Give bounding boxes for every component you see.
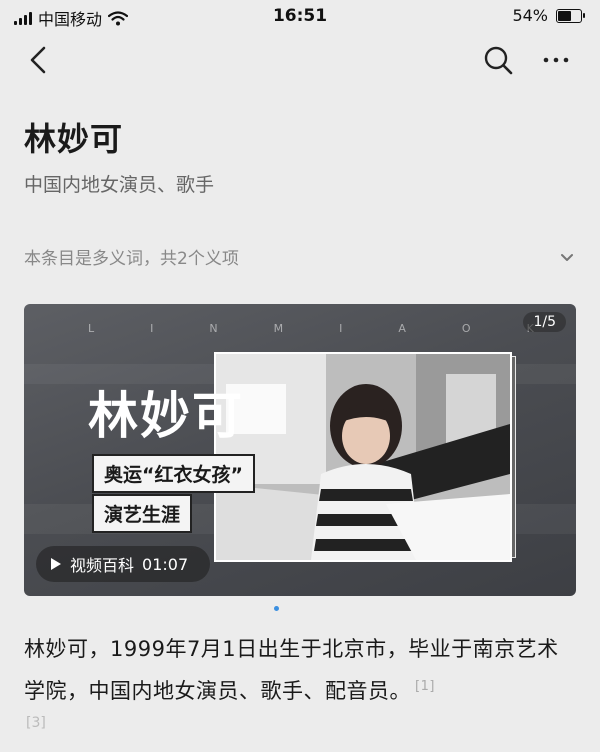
status-time: 16:51 <box>272 6 328 26</box>
video-tag-1: 奥运“红衣女孩” <box>92 454 255 493</box>
video-duration: 01:07 <box>142 554 189 574</box>
citation-link[interactable]: [3] <box>26 715 46 731</box>
disambiguation-bar[interactable]: 本条目是多义词，共2个义项 <box>24 245 576 273</box>
more-button[interactable] <box>538 42 574 78</box>
chevron-left-icon <box>30 46 46 74</box>
video-label: 视频百科 <box>70 556 135 575</box>
watermark-letter: I <box>339 322 345 335</box>
battery-percent: 54% <box>512 6 548 25</box>
battery-icon <box>556 8 585 23</box>
watermark-letter: N <box>209 322 220 335</box>
video-headline: 林妙可 <box>88 386 244 445</box>
watermark-letter: O <box>461 322 473 335</box>
summary-text: 林妙可，1999年7月1日出生于北京市，毕业于南京艺术学院，中国内地女演员、歌手… <box>24 637 559 703</box>
citation-link[interactable]: [1] <box>415 679 435 694</box>
watermark-letter: L <box>88 322 97 335</box>
page-subtitle: 中国内地女演员、歌手 <box>24 174 215 196</box>
top-nav <box>0 32 600 88</box>
disambiguation-label: 本条目是多义词，共2个义项 <box>24 249 239 269</box>
watermark-letter: A <box>398 322 408 335</box>
chevron-down-icon <box>561 254 573 261</box>
video-play-button[interactable]: 视频百科 01:07 <box>36 546 210 582</box>
video-thumbnail <box>214 352 512 562</box>
search-icon <box>484 46 513 75</box>
video-card[interactable]: L I N M I A O K E 1/5 林妙可 奥运“红 <box>24 304 576 596</box>
play-icon <box>51 558 61 570</box>
video-tag-2: 演艺生涯 <box>92 494 193 533</box>
back-button[interactable] <box>20 42 56 78</box>
more-icon <box>543 57 569 63</box>
watermark-letters: L I N M I A O K E <box>88 322 576 335</box>
portrait-image <box>216 354 510 560</box>
status-right: 54% <box>512 6 585 25</box>
watermark-letter: I <box>150 322 156 335</box>
summary-paragraph: 林妙可，1999年7月1日出生于北京市，毕业于南京艺术学院，中国内地女演员、歌手… <box>24 630 580 710</box>
page-indicator: 1/5 <box>523 312 566 332</box>
page-title: 林妙可 <box>24 120 124 158</box>
carousel-dot <box>274 606 279 611</box>
watermark-letter: M <box>273 322 286 335</box>
search-button[interactable] <box>480 42 516 78</box>
status-bar: 中国移动 16:51 54% <box>0 0 600 32</box>
